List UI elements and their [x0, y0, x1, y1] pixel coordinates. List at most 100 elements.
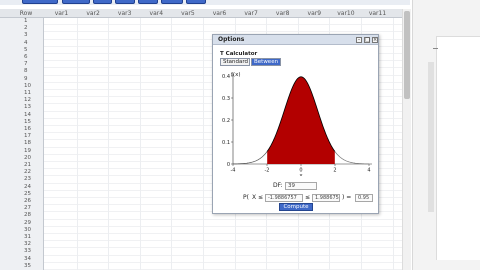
column-header-var1[interactable]: var1 — [46, 9, 77, 18]
row-number[interactable]: 27 — [0, 205, 40, 212]
row-number[interactable]: 17 — [0, 133, 40, 140]
row-divider — [44, 240, 402, 242]
var-x-label-lower: X — [252, 194, 257, 201]
prob-prefix: P( — [243, 194, 249, 201]
calculator-title: T Calculator — [220, 51, 258, 57]
df-input[interactable]: 39 — [285, 182, 317, 190]
row-divider — [44, 254, 402, 256]
column-header-var3[interactable]: var3 — [109, 9, 140, 18]
row-number[interactable]: 16 — [0, 126, 40, 133]
column-divider — [203, 18, 204, 270]
row-number[interactable]: 24 — [0, 184, 40, 191]
row-number[interactable]: 20 — [0, 155, 40, 162]
t-distribution-chart: f(x) 00.10.20.30.4 -4 -2 0 2 4 x — [222, 72, 372, 176]
row-number[interactable]: 29 — [0, 220, 40, 227]
row-number[interactable]: 11 — [0, 90, 40, 97]
lower-bound-input[interactable]: -1.9886757 — [265, 194, 303, 202]
column-divider — [139, 18, 141, 270]
minimize-icon[interactable]: – — [356, 37, 362, 43]
probability-result[interactable]: 0.95 — [355, 194, 373, 202]
y-axis: 00.10.20.30.4 — [222, 74, 234, 168]
column-divider — [108, 18, 110, 270]
row-number[interactable]: 4 — [0, 40, 40, 47]
column-header-var10[interactable]: var10 — [330, 9, 361, 18]
column-divider — [76, 18, 78, 270]
row-number[interactable]: 10 — [0, 83, 40, 90]
row-number[interactable]: 21 — [0, 162, 40, 169]
row-number[interactable]: 8 — [0, 68, 40, 75]
column-header-var8[interactable]: var8 — [267, 9, 298, 18]
row-number[interactable]: 34 — [0, 256, 40, 263]
menu-button-6[interactable] — [161, 0, 183, 4]
menu-button-1[interactable] — [22, 0, 58, 4]
row-number[interactable]: 33 — [0, 248, 40, 255]
menu-button-5[interactable] — [138, 0, 158, 4]
prob-suffix: ) = — [342, 194, 352, 201]
x-tick-label: 2 — [333, 168, 336, 174]
tab-standard[interactable]: Standard — [220, 58, 250, 66]
row-number[interactable]: 26 — [0, 198, 40, 205]
row-number[interactable]: 6 — [0, 54, 40, 61]
y-tick-label: 0.1 — [222, 140, 230, 146]
upper-bound-input[interactable]: 1.9886757 — [312, 194, 340, 202]
column-header-var6[interactable]: var6 — [204, 9, 235, 18]
row-number[interactable]: 23 — [0, 176, 40, 183]
column-header-var7[interactable]: var7 — [236, 9, 267, 18]
tab-between[interactable]: Between — [251, 58, 281, 66]
y-axis-label: f(x) — [231, 72, 240, 78]
row-number[interactable]: 1 — [0, 18, 40, 25]
row-number-column: 1 2 3 4 5 6 7 8 9 10 11 12 13 14 15 16 17 18 19 20 21 22 23 24 2… — [0, 18, 44, 270]
row-number[interactable]: 18 — [0, 140, 40, 147]
row-number[interactable]: 22 — [0, 169, 40, 176]
row-number[interactable]: 32 — [0, 241, 40, 248]
column-header-var2[interactable]: var2 — [78, 9, 109, 18]
density-curve-left-tail — [232, 151, 268, 165]
shaded-probability-area — [267, 76, 335, 164]
compute-button[interactable]: Compute — [279, 203, 313, 211]
x-tick-label: -2 — [265, 168, 270, 174]
menu-button-3[interactable] — [93, 0, 112, 4]
x-tick-label: -4 — [231, 168, 236, 174]
row-number[interactable]: 15 — [0, 119, 40, 126]
right-pane-scrollbar[interactable] — [428, 62, 434, 212]
window-title-bar[interactable]: Options – □ × — [213, 35, 378, 45]
column-divider — [171, 18, 173, 270]
row-number[interactable]: 3 — [0, 32, 40, 39]
row-number[interactable]: 13 — [0, 104, 40, 111]
app-screen: Row var1 var2 var3 var4 var5 var6 var7 var8 var9… — [0, 0, 480, 270]
row-number[interactable]: 2 — [0, 25, 40, 32]
maximize-icon[interactable]: □ — [364, 37, 370, 43]
y-tick-label: 0.2 — [222, 118, 230, 124]
row-number[interactable]: 5 — [0, 47, 40, 54]
menu-button-2[interactable] — [62, 0, 90, 4]
row-number[interactable]: 14 — [0, 112, 40, 119]
column-header-var5[interactable]: var5 — [172, 9, 203, 18]
x-axis-label: x — [299, 173, 303, 176]
row-number[interactable]: 7 — [0, 61, 40, 68]
leq-symbol-1: ≤ — [258, 194, 264, 201]
row-divider — [44, 24, 402, 26]
row-number[interactable]: 9 — [0, 76, 40, 83]
row-number[interactable]: 31 — [0, 234, 40, 241]
row-header-corner: Row — [19, 10, 33, 17]
density-curve-right-tail — [334, 151, 370, 165]
row-number[interactable]: 30 — [0, 227, 40, 234]
column-header-row: Row var1 var2 var3 var4 var5 var6 var7 var8 var9… — [0, 9, 402, 18]
row-number[interactable]: 28 — [0, 212, 40, 219]
row-divider — [44, 233, 402, 234]
row-number[interactable]: 12 — [0, 97, 40, 104]
sheet-scroll-thumb[interactable] — [404, 11, 410, 99]
row-divider — [44, 247, 402, 249]
column-header-var9[interactable]: var9 — [299, 9, 330, 18]
column-header-var11[interactable]: var11 — [362, 9, 393, 18]
close-icon[interactable]: × — [372, 37, 378, 43]
row-divider — [44, 218, 402, 220]
right-panel-content — [436, 36, 480, 260]
menu-button-7[interactable] — [186, 0, 206, 4]
row-number[interactable]: 35 — [0, 263, 40, 270]
row-number[interactable]: 25 — [0, 191, 40, 198]
row-number[interactable]: 19 — [0, 148, 40, 155]
menu-button-4[interactable] — [115, 0, 135, 4]
column-header-var4[interactable]: var4 — [141, 9, 172, 18]
y-tick-label: 0.4 — [222, 74, 230, 80]
